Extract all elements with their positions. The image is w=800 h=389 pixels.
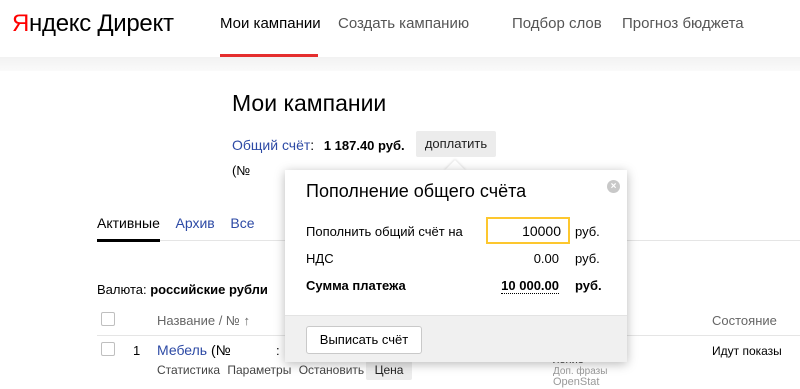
vat-unit: руб. <box>575 251 600 266</box>
topup-amount-label: Пополнить общий счёт на <box>306 224 463 239</box>
account-summary: Общий счёт: 1 187.40 руб. <box>232 137 405 153</box>
row-actions: Статистика Параметры Остановить <box>157 363 368 377</box>
vat-label: НДС <box>306 251 334 266</box>
header: Яндекс Директ Мои кампании Создать кампа… <box>0 0 800 57</box>
campaign-name[interactable]: Мебель <box>157 342 207 358</box>
total-unit: руб. <box>575 278 602 293</box>
nav-my-campaigns[interactable]: Мои кампании <box>220 15 321 32</box>
tab-all[interactable]: Все <box>230 215 254 231</box>
popup-title: Пополнение общего счёта <box>306 181 527 201</box>
currency-value: российские рубли <box>150 282 268 297</box>
tab-archive[interactable]: Архив <box>176 215 215 231</box>
column-state-header: Состояние <box>712 313 777 328</box>
select-all-checkbox[interactable] <box>101 312 115 326</box>
campaign-name-link[interactable]: Мебель (№ <box>157 342 231 358</box>
account-balance: 1 187.40 руб. <box>323 138 405 153</box>
nav-create-campaign[interactable]: Создать кампанию <box>338 15 469 32</box>
account-separator: : <box>310 137 315 153</box>
price-button[interactable]: Цена <box>366 361 412 380</box>
currency-info: Валюта: российские рубли <box>97 282 268 297</box>
openstat-link[interactable]: OpenStat <box>553 376 599 388</box>
tab-active[interactable]: Активные <box>97 215 160 231</box>
column-name-header[interactable]: Название / № ↑ <box>157 313 250 328</box>
popup-footer: Выписать счёт <box>285 315 627 362</box>
campaign-number-tail: : <box>276 343 280 358</box>
currency-label: Валюта: <box>97 282 147 297</box>
parameters-link[interactable]: Параметры <box>227 363 291 377</box>
page-title: Мои кампании <box>232 90 387 116</box>
campaign-tabs: Активные Архив Все <box>97 215 266 231</box>
issue-invoice-button[interactable]: Выписать счёт <box>306 326 422 354</box>
close-icon[interactable]: × <box>607 180 620 193</box>
nav-budget-forecast[interactable]: Прогноз бюджета <box>622 15 744 32</box>
tab-active-indicator <box>97 239 160 242</box>
row-checkbox[interactable] <box>101 342 115 356</box>
campaign-status: Идут показы <box>712 344 782 358</box>
total-value: 10 000.00 <box>501 278 559 294</box>
yandex-direct-logo[interactable]: Яндекс Директ <box>12 10 174 38</box>
nav-word-selection[interactable]: Подбор слов <box>512 15 602 32</box>
topup-unit: руб. <box>575 224 600 239</box>
vat-value: 0.00 <box>533 251 559 266</box>
campaign-number: (№ <box>210 342 231 358</box>
logo-letter: Я <box>12 10 30 37</box>
account-number: (№ <box>232 163 251 178</box>
topup-button[interactable]: доплатить <box>416 131 496 157</box>
topup-popup: Пополнение общего счёта × Пополнить общи… <box>285 170 627 362</box>
statistics-link[interactable]: Статистика <box>157 363 220 377</box>
stop-link[interactable]: Остановить <box>299 363 365 377</box>
logo-product: Директ <box>97 10 174 37</box>
logo-brand: ндекс <box>29 10 91 37</box>
total-label: Сумма платежа <box>306 278 406 293</box>
account-link[interactable]: Общий счёт <box>232 137 310 153</box>
row-index: 1 <box>133 343 141 358</box>
header-divider <box>0 57 800 71</box>
topup-amount-input[interactable] <box>486 217 570 244</box>
